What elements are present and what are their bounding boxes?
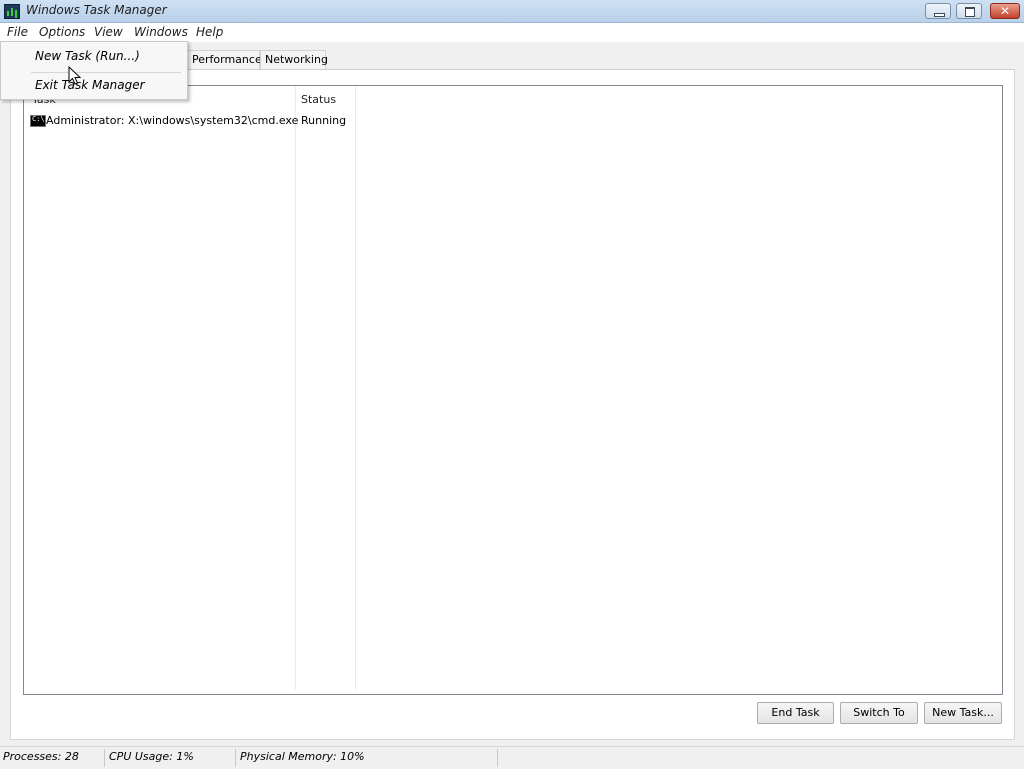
status-bar: Processes: 28 CPU Usage: 1% Physical Mem… [0, 746, 1024, 769]
restore-button[interactable] [956, 3, 982, 19]
physical-memory: Physical Memory: 10% [240, 750, 365, 763]
status-divider [497, 749, 498, 767]
menu-bar: File Options View Windows Help [0, 23, 1024, 42]
menu-view[interactable]: View [94, 25, 123, 39]
close-button[interactable]: ✕ [990, 3, 1020, 19]
task-list[interactable]: Task Status C:\ Administrator: X:\window… [23, 85, 1003, 695]
minimize-button[interactable] [925, 3, 951, 19]
tab-networking[interactable]: Networking [260, 50, 328, 69]
task-status: Running [301, 114, 347, 127]
tab-performance[interactable]: Performance [187, 50, 262, 69]
close-icon: ✕ [1000, 4, 1011, 18]
task-manager-window: Windows Task Manager ✕ File Options View… [0, 0, 1024, 769]
menu-help[interactable]: Help [196, 25, 223, 39]
menu-options[interactable]: Options [39, 25, 85, 39]
table-row[interactable]: C:\ Administrator: X:\windows\system32\c… [28, 113, 358, 131]
restore-icon [965, 7, 975, 17]
status-divider [235, 749, 236, 767]
menu-windows[interactable]: Windows [134, 25, 188, 39]
column-header-status[interactable]: Status [301, 93, 336, 106]
mouse-cursor-icon [68, 66, 82, 85]
title-bar: Windows Task Manager ✕ [0, 0, 1024, 23]
menu-separator [31, 72, 181, 73]
end-task-button[interactable]: End Task [757, 702, 834, 724]
status-divider [104, 749, 105, 767]
switch-to-button[interactable]: Switch To [840, 702, 918, 724]
new-task-button[interactable]: New Task... [924, 702, 1002, 724]
processes-count: Processes: 28 [3, 750, 79, 763]
cpu-usage: CPU Usage: 1% [109, 750, 194, 763]
minimize-icon [934, 13, 945, 17]
task-name: Administrator: X:\windows\system32\cmd.e… [46, 114, 299, 127]
column-divider [295, 86, 296, 690]
menu-item-new-task[interactable]: New Task (Run...) [35, 49, 140, 63]
menu-item-exit-task-manager[interactable]: Exit Task Manager [35, 78, 145, 92]
column-divider [355, 86, 356, 690]
window-title: Windows Task Manager [26, 3, 167, 17]
menu-file[interactable]: File [7, 25, 28, 39]
file-menu-dropdown: New Task (Run...) Exit Task Manager [0, 41, 188, 100]
task-manager-icon [4, 4, 20, 19]
cmd-icon: C:\ [30, 115, 46, 127]
